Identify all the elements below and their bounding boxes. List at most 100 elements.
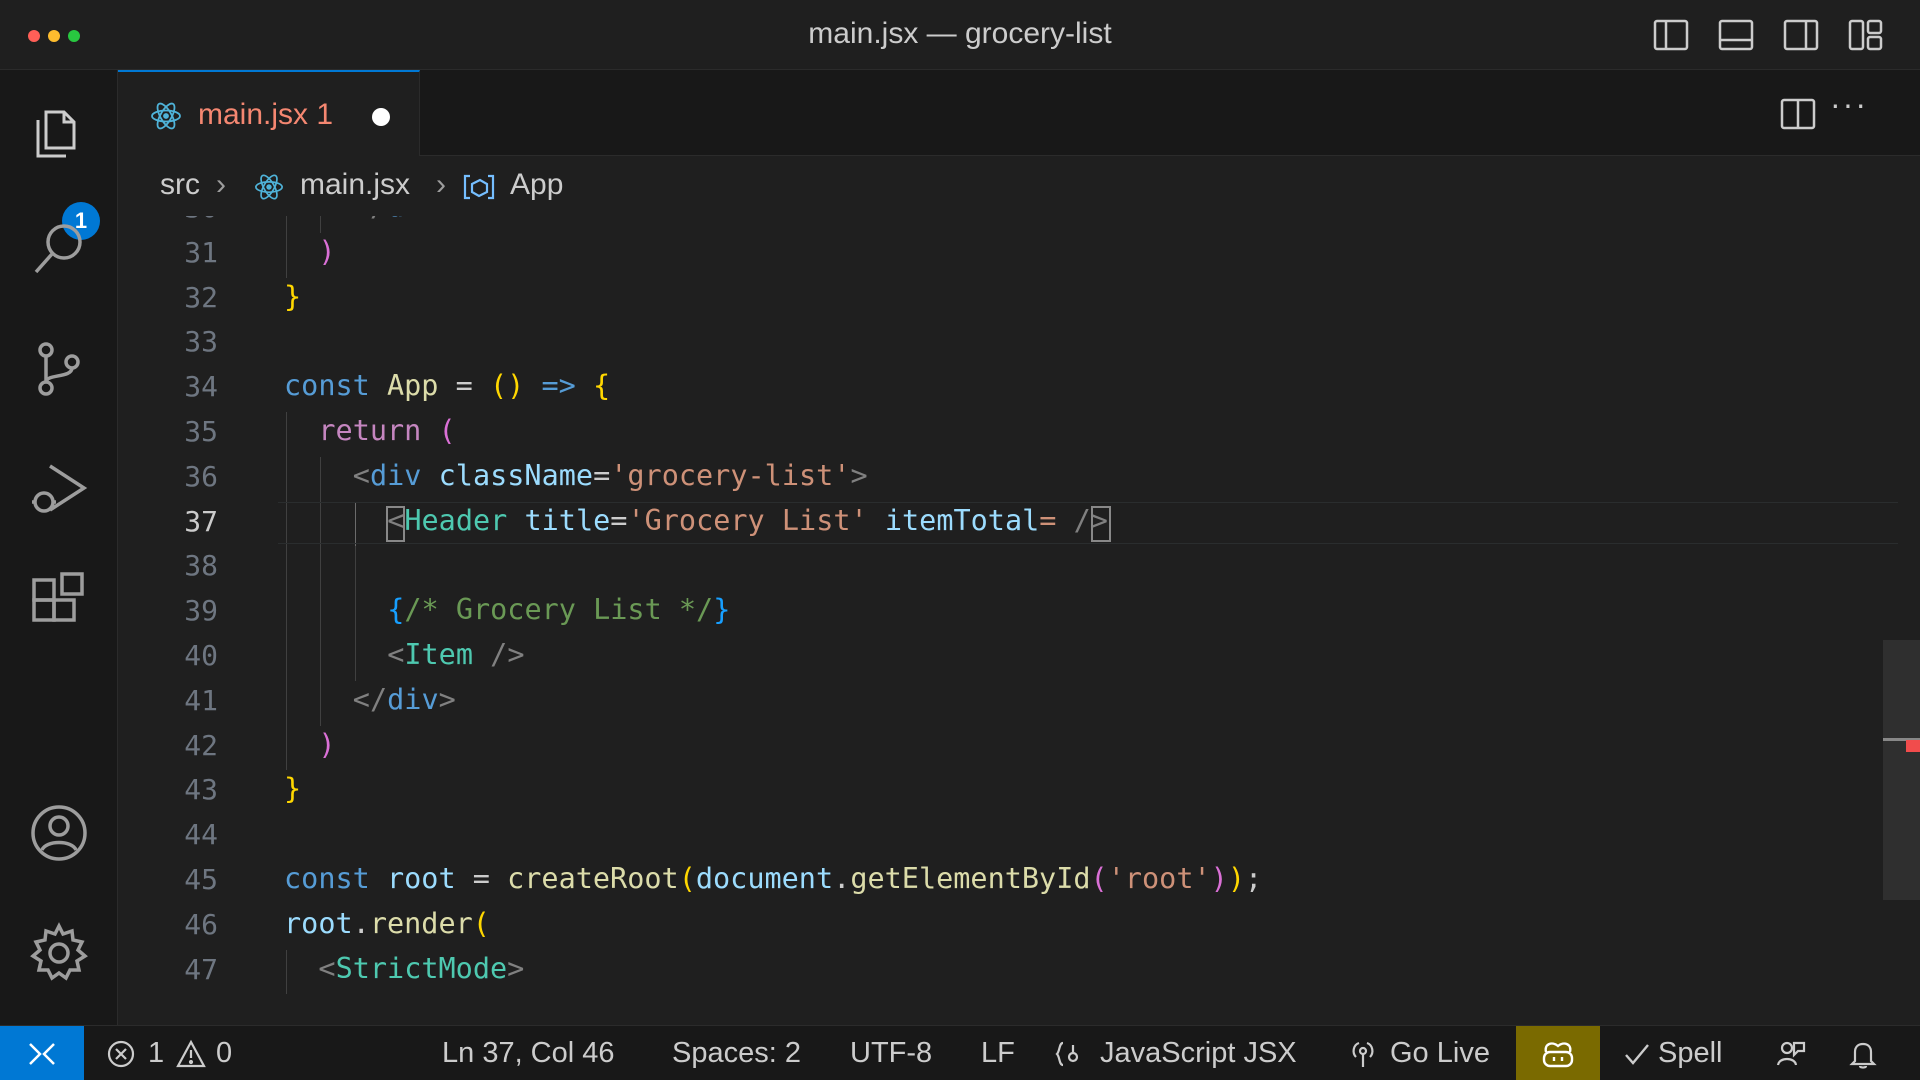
indent-guide — [286, 232, 287, 278]
code-line: ) — [318, 728, 335, 761]
breadcrumb-folder[interactable]: src — [160, 168, 200, 202]
code-token: ( — [472, 906, 490, 940]
code-token: } — [284, 772, 302, 806]
code-token: = — [593, 458, 611, 492]
code-token: </ — [353, 216, 387, 223]
extensions-icon[interactable] — [26, 570, 92, 636]
error-icon[interactable] — [106, 1039, 136, 1069]
code-token: root — [284, 906, 353, 940]
more-actions-icon[interactable]: ··· — [1830, 86, 1868, 123]
line-number: 42 — [184, 728, 218, 762]
line-number: 38 — [184, 549, 218, 583]
indent-guide — [286, 412, 287, 457]
breadcrumb: src › main.jsx › App — [118, 156, 1920, 216]
code-token: ( — [438, 414, 456, 447]
indent-guide — [286, 725, 287, 771]
explorer-icon[interactable] — [26, 98, 92, 164]
spell-check-button[interactable]: Spell — [1658, 1037, 1723, 1070]
line-number: 41 — [184, 683, 218, 717]
language-mode[interactable]: JavaScript JSX — [1100, 1037, 1297, 1070]
error-count[interactable]: 1 — [148, 1037, 164, 1070]
warning-count[interactable]: 0 — [216, 1037, 232, 1070]
code-token: ( — [1090, 862, 1108, 895]
code-token: /* Grocery List */ — [404, 593, 714, 627]
line-number: 37 — [184, 504, 218, 538]
end-of-line[interactable]: LF — [981, 1037, 1015, 1070]
activity-bar: 1 — [0, 70, 118, 1025]
indentation-setting[interactable]: Spaces: 2 — [672, 1037, 801, 1070]
code-token: root — [386, 862, 456, 895]
code-token: < — [352, 458, 370, 492]
code-token: Header — [404, 503, 508, 537]
toggle-panel-icon[interactable] — [1717, 16, 1755, 54]
code-line: <div className='grocery-list'> — [353, 459, 868, 492]
indent-guide — [286, 636, 287, 681]
code-token: div — [369, 458, 422, 492]
code-token: = — [1039, 503, 1057, 537]
breadcrumb-file[interactable]: main.jsx — [300, 168, 410, 202]
code-token: ) — [1210, 862, 1228, 895]
code-token: /> — [490, 638, 525, 671]
warning-icon[interactable] — [176, 1039, 206, 1069]
toggle-secondary-sidebar-icon[interactable] — [1782, 16, 1820, 54]
go-live-button[interactable]: Go Live — [1390, 1037, 1490, 1070]
feedback-icon[interactable] — [1776, 1039, 1806, 1069]
broadcast-icon[interactable] — [1348, 1039, 1378, 1069]
scrollbar-slider[interactable] — [1883, 640, 1920, 900]
code-token: StrictMode — [335, 951, 508, 985]
line-number: 47 — [184, 952, 218, 986]
source-control-icon[interactable] — [26, 336, 92, 402]
code-token: { — [387, 593, 405, 627]
accounts-icon[interactable] — [26, 800, 92, 866]
code-token: document — [695, 862, 834, 895]
line-number: 44 — [184, 818, 218, 852]
code-token: render — [369, 906, 473, 940]
code-line: const App = () => { — [284, 369, 610, 402]
editor-tab-bar: main.jsx 1 ··· — [118, 70, 1920, 156]
unsaved-dot-icon[interactable] — [372, 108, 390, 126]
cursor-position[interactable]: Ln 37, Col 46 — [442, 1037, 615, 1070]
code-token: </ — [352, 682, 388, 716]
split-editor-icon[interactable] — [1778, 94, 1818, 134]
code-token: . — [833, 862, 851, 895]
toggle-primary-sidebar-icon[interactable] — [1652, 16, 1690, 54]
indent-guide — [320, 591, 322, 636]
code-token: ) — [1227, 862, 1245, 895]
copilot-button[interactable] — [1516, 1026, 1600, 1080]
line-number: 31 — [184, 235, 218, 269]
settings-gear-icon[interactable] — [26, 920, 92, 986]
code-line: ) — [318, 235, 335, 268]
remote-indicator-button[interactable] — [0, 1026, 84, 1080]
code-token: > — [439, 216, 456, 223]
indent-guide — [320, 636, 322, 681]
search-icon[interactable] — [26, 216, 92, 282]
notifications-bell-icon[interactable] — [1848, 1039, 1878, 1069]
code-token: getElementById — [850, 862, 1091, 895]
braces-icon[interactable] — [1054, 1039, 1084, 1069]
run-and-debug-icon[interactable] — [26, 456, 92, 522]
indent-guide — [354, 591, 356, 636]
file-encoding[interactable]: UTF-8 — [850, 1037, 932, 1070]
line-number: 45 — [184, 863, 218, 896]
line-number: 32 — [184, 280, 218, 314]
code-token: ; — [1245, 862, 1263, 895]
code-line: } — [284, 280, 301, 313]
code-token: const — [284, 862, 370, 895]
code-editor[interactable]: 303132333435363738394041424344454647 </d… — [118, 216, 1920, 1025]
tab-main-jsx[interactable]: main.jsx 1 — [118, 70, 420, 156]
code-token: 'root' — [1107, 862, 1211, 895]
line-number: 33 — [184, 325, 218, 359]
status-bar: 1 0 Ln 37, Col 46 Spaces: 2 UTF-8 LF Jav… — [0, 1025, 1920, 1080]
indent-guide — [286, 949, 287, 995]
check-icon[interactable] — [1622, 1039, 1652, 1069]
breadcrumb-symbol[interactable]: App — [510, 168, 563, 202]
window-title: main.jsx — grocery-list — [808, 17, 1112, 50]
code-token: => — [541, 369, 576, 403]
code-line: root.render( — [284, 907, 490, 940]
customize-layout-icon[interactable] — [1847, 16, 1885, 54]
